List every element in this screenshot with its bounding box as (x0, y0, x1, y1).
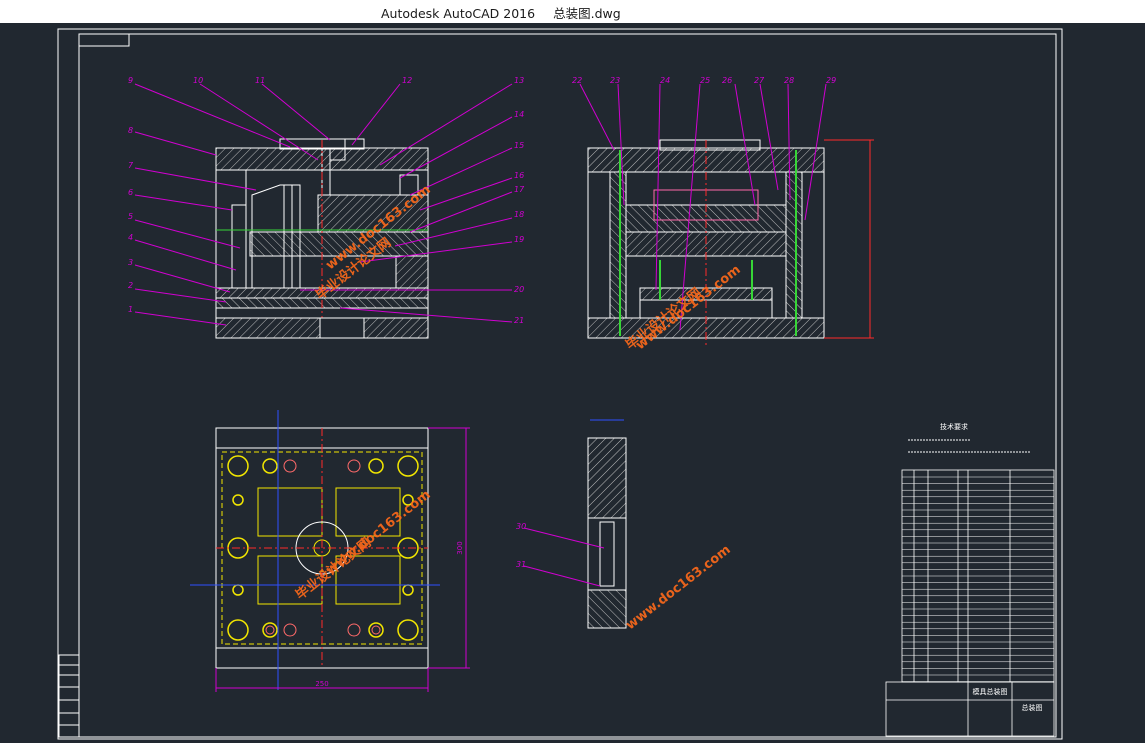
svg-text:5: 5 (128, 212, 133, 221)
svg-text:28: 28 (784, 76, 794, 85)
svg-text:www.doc163.com: www.doc163.com (623, 542, 733, 633)
svg-text:25: 25 (700, 76, 710, 85)
svg-text:12: 12 (402, 76, 412, 85)
svg-text:16: 16 (514, 171, 524, 180)
callouts-section: 30 31 (516, 522, 605, 587)
parts-list-rows (902, 476, 1054, 682)
svg-text:26: 26 (722, 76, 732, 85)
title-block-heading: 模具总装图 (973, 687, 1008, 696)
cad-drawing[interactable]: 250 300 9 10 11 12 13 14 15 16 17 18 19 … (0, 23, 1145, 743)
svg-text:23: 23 (610, 76, 620, 85)
svg-text:技术要求: 技术要求 (940, 422, 968, 431)
svg-text:3: 3 (128, 258, 133, 267)
svg-text:8: 8 (128, 126, 133, 135)
svg-text:15: 15 (514, 141, 524, 150)
window-title: Autodesk AutoCAD 2016 总装图.dwg (381, 3, 639, 22)
svg-text:27: 27 (754, 76, 765, 85)
svg-text:1: 1 (128, 305, 133, 314)
svg-text:9: 9 (128, 76, 133, 85)
svg-text:22: 22 (572, 76, 582, 85)
window-titlebar: Autodesk AutoCAD 2016 总装图.dwg (0, 0, 1145, 24)
svg-text:14: 14 (514, 110, 524, 119)
svg-text:30: 30 (516, 522, 526, 531)
drawing-canvas[interactable]: 250 300 9 10 11 12 13 14 15 16 17 18 19 … (0, 23, 1145, 743)
file-name: 总装图.dwg (553, 6, 621, 21)
svg-text:29: 29 (826, 76, 836, 85)
callout-labels-right: 22 23 24 25 26 27 28 29 (572, 76, 836, 85)
svg-text:21: 21 (514, 316, 524, 325)
svg-text:4: 4 (128, 233, 133, 242)
svg-text:17: 17 (514, 185, 525, 194)
detail-section-view[interactable] (587, 419, 627, 629)
svg-text:11: 11 (255, 76, 265, 85)
side-section-view[interactable] (587, 139, 874, 345)
app-title: Autodesk AutoCAD 2016 (381, 6, 536, 21)
svg-text:6: 6 (128, 188, 133, 197)
svg-text:7: 7 (128, 161, 134, 170)
svg-text:毕业设计论文网: 毕业设计论文网 (293, 535, 375, 604)
svg-text:19: 19 (514, 235, 524, 244)
sheet-frame (57, 28, 1063, 740)
svg-text:24: 24 (660, 76, 670, 85)
svg-text:2: 2 (128, 281, 133, 290)
dim-width-label: 250 (315, 680, 328, 688)
plan-view[interactable]: 250 300 (190, 410, 470, 692)
svg-text:18: 18 (514, 210, 524, 219)
svg-text:20: 20 (514, 285, 524, 294)
front-section-view[interactable] (215, 138, 429, 339)
svg-text:31: 31 (516, 560, 526, 569)
svg-text:10: 10 (193, 76, 203, 85)
dim-height-label: 300 (456, 541, 464, 554)
svg-text:13: 13 (514, 76, 524, 85)
technical-requirements: 技术要求 (908, 422, 1030, 453)
drawing-name: 总装图 (1022, 703, 1043, 712)
